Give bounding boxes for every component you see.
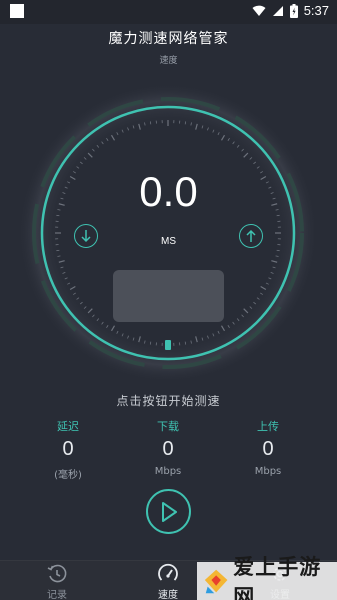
download-metric: 下载 0 Mbps <box>128 418 208 477</box>
gauge-dial <box>18 83 318 380</box>
notification-icon <box>10 4 24 18</box>
watermark-text: 爱上手游网 <box>233 555 322 600</box>
page-subtitle: 速度 <box>159 56 178 66</box>
download-value: 0 <box>162 438 174 460</box>
latency-unit: (毫秒) <box>54 470 82 481</box>
start-hint: 点击按钮开始测速 <box>116 394 221 408</box>
nav-label-records: 记录 <box>47 590 67 600</box>
nav-label-speed: 速度 <box>158 590 178 600</box>
gauge-needle-marker <box>165 340 171 350</box>
latency-value: 0 <box>62 438 74 460</box>
history-icon <box>47 564 67 583</box>
watermark-logo-icon <box>204 569 228 594</box>
site-watermark: 爱上手游网 <box>197 555 337 600</box>
signal-icon <box>272 5 283 16</box>
latency-metric: 延迟 0 (毫秒) <box>28 418 108 481</box>
battery-icon <box>289 3 298 18</box>
nav-item-records[interactable]: 记录 <box>17 561 97 600</box>
speed-unit: MS <box>161 236 176 247</box>
speed-value: 0.0 <box>139 168 198 215</box>
upload-value: 0 <box>262 438 274 460</box>
latency-label: 延迟 <box>57 420 79 433</box>
arrow-down-icon <box>81 230 91 243</box>
app-title: 魔力测速网络管家 <box>108 31 229 47</box>
play-icon <box>161 501 177 522</box>
speed-gauge <box>0 80 337 380</box>
wifi-icon <box>252 5 266 16</box>
status-icons: 5:37 <box>252 3 329 18</box>
download-unit: Mbps <box>154 466 182 477</box>
upload-metric: 上传 0 Mbps <box>228 418 308 477</box>
result-display-box <box>113 270 224 322</box>
gauge-glow <box>18 83 318 380</box>
download-arrow-icon <box>74 224 98 248</box>
upload-unit: Mbps <box>254 466 282 477</box>
speedometer-icon <box>158 563 178 581</box>
upload-arrow-icon <box>239 224 263 248</box>
app-header: 魔力测速网络管家 速度 <box>0 28 337 66</box>
status-bar: 5:37 <box>0 0 337 24</box>
status-time: 5:37 <box>303 3 329 18</box>
start-test-button[interactable] <box>146 489 191 534</box>
upload-label: 上传 <box>257 420 279 433</box>
nav-item-speed[interactable]: 速度 <box>128 561 208 600</box>
arrow-up-icon <box>246 229 256 242</box>
download-label: 下载 <box>157 420 179 433</box>
